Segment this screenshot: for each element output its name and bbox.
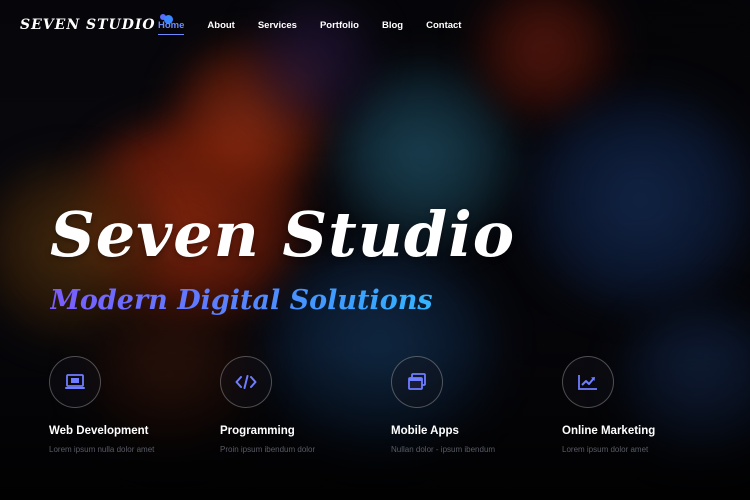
nav-item-about[interactable]: About xyxy=(207,20,234,35)
nav-item-home[interactable]: Home xyxy=(158,20,185,35)
feature-title: Web Development xyxy=(49,425,149,437)
hero-subtitle: Modern Digital Solutions xyxy=(50,285,433,316)
nav-item-contact[interactable]: Contact xyxy=(426,20,461,35)
laptop-icon xyxy=(49,356,101,408)
feature-mobile-apps[interactable]: Mobile Apps Nullan dolor - ipsum ibendum xyxy=(391,356,551,454)
feature-title: Programming xyxy=(220,425,295,437)
brand-name: SEVEN STUDIO xyxy=(20,17,156,33)
chart-icon xyxy=(562,356,614,408)
hero-section: SEVEN STUDIO Home About Services Portfol… xyxy=(0,0,750,500)
main-menu: Home About Services Portfolio Blog Conta… xyxy=(158,20,484,35)
feature-title: Mobile Apps xyxy=(391,425,459,437)
feature-web-development[interactable]: Web Development Lorem ipsum nulla dolor … xyxy=(49,356,209,454)
feature-desc: Nullan dolor - ipsum ibendum xyxy=(391,445,496,454)
feature-online-marketing[interactable]: Online Marketing Lorem ipsum dolor amet xyxy=(562,356,722,454)
feature-desc: Lorem ipsum nulla dolor amet xyxy=(49,445,155,454)
feature-programming[interactable]: Programming Proin ipsum ibendum dolor xyxy=(220,356,380,454)
feature-desc: Proin ipsum ibendum dolor xyxy=(220,445,316,454)
top-navbar: SEVEN STUDIO Home About Services Portfol… xyxy=(0,0,750,52)
code-icon xyxy=(220,356,272,408)
windows-icon xyxy=(391,356,443,408)
feature-title: Online Marketing xyxy=(562,425,656,437)
features-row: Web Development Lorem ipsum nulla dolor … xyxy=(0,356,750,476)
nav-item-services[interactable]: Services xyxy=(258,20,297,35)
nav-item-blog[interactable]: Blog xyxy=(382,20,403,35)
brand-logo[interactable]: SEVEN STUDIO xyxy=(20,14,174,33)
hero-title: Seven Studio xyxy=(50,198,516,271)
nav-item-portfolio[interactable]: Portfolio xyxy=(320,20,359,35)
feature-desc: Lorem ipsum dolor amet xyxy=(562,445,649,454)
